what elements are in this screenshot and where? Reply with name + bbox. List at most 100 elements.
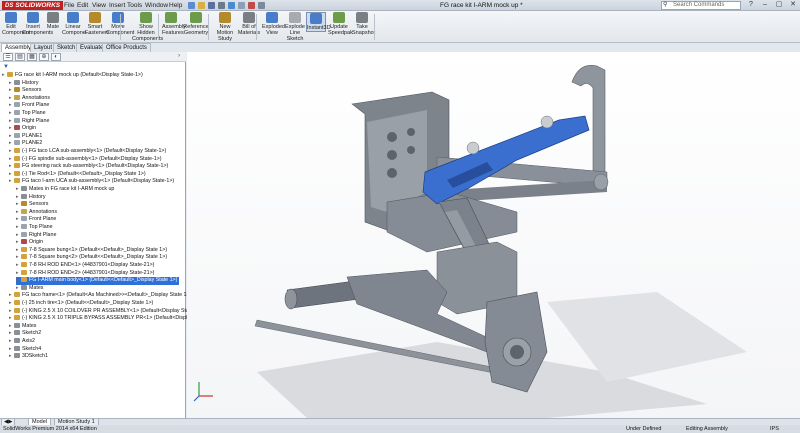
dimxpert-tab-icon[interactable]: ⊕: [39, 53, 49, 61]
3d-model-view[interactable]: [187, 52, 800, 418]
show-hidden-components-button[interactable]: Show Hidden Components: [132, 12, 163, 42]
menu-help[interactable]: Help: [169, 1, 182, 10]
undo-icon[interactable]: [228, 2, 235, 9]
exploded-view-button[interactable]: Exploded View: [262, 12, 285, 36]
help-icon[interactable]: ?: [744, 0, 758, 10]
tree-node[interactable]: ▸ PLANE1: [9, 132, 42, 141]
explode-line-icon: [289, 12, 301, 23]
tab-office-products[interactable]: Office Products: [102, 43, 151, 52]
maximize-button[interactable]: ▢: [772, 0, 786, 10]
tree-node-label: 7-8 RH ROD END<2> (44837901<Display Stat…: [29, 269, 155, 276]
graphics-area[interactable]: [187, 52, 800, 418]
rod-end[interactable]: [466, 141, 480, 155]
subassembly-icon: [14, 155, 20, 161]
panel-expand-icon[interactable]: ›: [174, 53, 184, 61]
tree-node[interactable]: ▸ Sketch4: [9, 345, 41, 354]
update-speedpak-button[interactable]: Update Speedpak: [328, 12, 353, 36]
menu-tools[interactable]: Tools: [127, 1, 142, 10]
assembly-features-button[interactable]: Assembly Features: [162, 12, 186, 36]
tree-node-selected[interactable]: ▸ FG I-ARM main body<1> (Default<<Default…: [16, 277, 180, 285]
tree-node[interactable]: ▸ History: [16, 193, 45, 202]
tree-node-label: (-) FG taco LCA sub-assembly<1> (Default…: [22, 148, 167, 154]
edit-component-button[interactable]: Edit Component: [2, 12, 30, 36]
tree-node[interactable]: ▸ FG race kit I-ARM mock up (Default<Disp…: [2, 72, 143, 80]
print-icon[interactable]: [218, 2, 225, 9]
tree-node[interactable]: ▸ Top Plane: [9, 110, 46, 118]
menu-edit[interactable]: Edit: [77, 1, 88, 10]
tree-node[interactable]: ▸ History: [9, 79, 38, 88]
move-component-button[interactable]: Move Component: [106, 12, 134, 36]
tree-node[interactable]: ▸ FG taco I-arm UCA sub-assembly<1> (Defa…: [9, 178, 174, 186]
menu-insert[interactable]: Insert: [109, 1, 125, 10]
tree-filter-icon[interactable]: ▼: [0, 63, 186, 71]
sensor-icon: [21, 201, 27, 207]
menu-view[interactable]: View: [92, 1, 106, 10]
menu-file[interactable]: File: [64, 1, 74, 10]
subassembly-icon: [14, 315, 20, 321]
reference-geometry-button[interactable]: Reference Geometry: [182, 12, 210, 36]
new-motion-study-button[interactable]: New Motion Study: [214, 12, 236, 42]
tree-node[interactable]: ▸ Origin: [9, 125, 36, 133]
tree-node[interactable]: ▸ Mates in FG race kit I-ARM mock up: [16, 186, 114, 194]
tree-node[interactable]: ▸ 3DSketch1: [9, 353, 48, 361]
rebuild-icon[interactable]: [248, 2, 255, 9]
tree-node[interactable]: ▸ (-) 25 inch tire<1> (Default<<Default>_…: [9, 300, 153, 308]
search-icon: ⚲: [663, 2, 668, 8]
bill-of-materials-button[interactable]: Bill of Materials: [237, 12, 261, 36]
solidworks-logo[interactable]: DS SOLIDWORKS: [2, 1, 64, 10]
take-snapshot-button[interactable]: Take Snapshot: [352, 12, 375, 36]
rod-end[interactable]: [540, 115, 554, 129]
new-document-icon[interactable]: [188, 2, 195, 9]
units-indicator[interactable]: IPS: [770, 425, 779, 433]
explode-line-sketch-button[interactable]: Explode Line Sketch: [284, 12, 306, 42]
bom-icon: [243, 12, 255, 23]
tree-node[interactable]: ▸ Front Plane: [9, 102, 49, 110]
save-icon[interactable]: [208, 2, 215, 9]
tree-node[interactable]: ▸ Annotations: [16, 208, 57, 217]
minimize-button[interactable]: –: [758, 0, 772, 10]
tree-node[interactable]: ▸ Annotations: [9, 94, 50, 103]
ribbon-separator: [120, 14, 121, 40]
plane-icon: [21, 231, 27, 237]
select-icon[interactable]: [238, 2, 245, 9]
search-commands-input[interactable]: ⚲ Search Commands: [661, 1, 741, 10]
tree-node[interactable]: ▸ 7-8 RH ROD END<2> (44837901<Display Sta…: [16, 269, 155, 278]
part-icon: [21, 254, 27, 260]
tree-node[interactable]: ▸ 7-8 RH ROD END<1> (44837901<Display Sta…: [16, 262, 154, 270]
tree-node[interactable]: ▸ (-) FG spindle sub-assembly<1> (Default…: [9, 155, 162, 164]
options-icon[interactable]: [258, 2, 265, 9]
tree-node[interactable]: ▸ (-) FG taco LCA sub-assembly<1> (Defaul…: [9, 148, 166, 156]
open-icon[interactable]: [198, 2, 205, 9]
tree-node[interactable]: ▸ Mates: [9, 322, 36, 331]
instant3d-button[interactable]: Instant3D: [306, 12, 331, 32]
menu-window[interactable]: Window: [145, 1, 168, 10]
tree-node[interactable]: ▸ FG taco frame<1> (Default<As Machined>>…: [9, 292, 191, 300]
tree-node[interactable]: ▸ Axis2: [9, 338, 35, 346]
tree-node[interactable]: ▸ Top Plane: [16, 224, 53, 232]
tree-node[interactable]: ▸ 7-8 Square bung<1> (Default<<Default>_D…: [16, 246, 167, 255]
tree-node[interactable]: ▸ Sketch2: [9, 330, 41, 338]
display-manager-tab-icon[interactable]: ◐: [51, 53, 61, 61]
tree-node[interactable]: ▸ Right Plane: [9, 117, 49, 126]
linear-compone-button[interactable]: Linear Compone...: [62, 12, 90, 36]
insert-components-button[interactable]: Insert Components: [22, 12, 53, 36]
tree-node[interactable]: ▸ Origin: [16, 239, 43, 247]
part-icon: [14, 170, 20, 176]
tree-node[interactable]: ▸ PLANE2: [9, 140, 42, 148]
property-manager-tab-icon[interactable]: ▤: [15, 53, 25, 61]
tree-node[interactable]: ▸ 7-8 Square bung<2> (Default<<Default>_D…: [16, 254, 167, 262]
tree-node[interactable]: ▸ (-) KING 2.5 X 10 COILOVER PR ASSEMBLY<…: [9, 307, 203, 316]
smart-fasteners-button[interactable]: Smart Fasteners: [85, 12, 109, 36]
feature-tree-tab-icon[interactable]: ☰: [3, 53, 13, 61]
tree-node[interactable]: ▸ Sensors: [16, 201, 48, 209]
mate-button[interactable]: Mate: [45, 12, 61, 30]
close-button[interactable]: ✕: [786, 0, 800, 10]
tree-node[interactable]: ▸ Mates: [16, 284, 43, 293]
tree-node[interactable]: ▸ (-) KING 2.5 X 10 TRIPLE BYPASS ASSEMBL…: [9, 315, 216, 323]
tree-node[interactable]: ▸ (-) Tie Rod<1> (Default<<Default>_Displ…: [9, 170, 146, 179]
tree-node[interactable]: ▸ Right Plane: [16, 231, 56, 240]
tree-node[interactable]: ▸ Front Plane: [16, 216, 56, 224]
configuration-manager-tab-icon[interactable]: ▦: [27, 53, 37, 61]
tree-node[interactable]: ▸ Sensors: [9, 87, 41, 95]
tree-node[interactable]: ▸ FG steering rack sub-assembly<1> (Defau…: [9, 163, 168, 171]
